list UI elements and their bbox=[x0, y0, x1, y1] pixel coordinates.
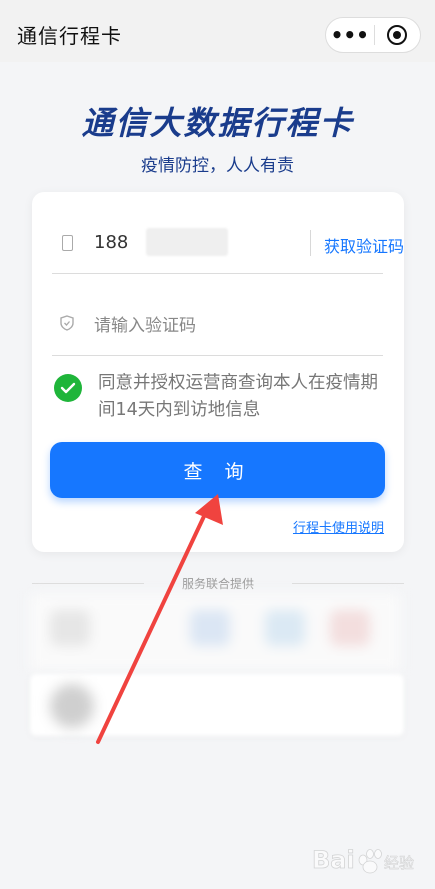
provider-divider: 服务联合提供 bbox=[32, 576, 404, 591]
agreement-text: 同意并授权运营商查询本人在疫情期间14天内到访地信息 bbox=[98, 373, 378, 420]
watermark-brand: Bai bbox=[312, 846, 355, 874]
operator-logos bbox=[30, 594, 400, 670]
code-row bbox=[52, 294, 383, 356]
title-bar: 通信行程卡 ••• bbox=[0, 0, 435, 62]
phone-icon bbox=[62, 235, 73, 251]
check-icon bbox=[60, 382, 76, 394]
watermark-suffix: 经验 bbox=[384, 854, 414, 872]
blurred-banner bbox=[30, 674, 404, 736]
app-title: 通信行程卡 bbox=[17, 24, 122, 48]
phone-number-field[interactable]: 188 bbox=[94, 232, 128, 253]
query-button[interactable]: 查 询 bbox=[50, 442, 385, 498]
field-divider bbox=[310, 230, 311, 256]
query-card: 188 获取验证码 同意并授权运营商查询本人在疫情期间14天内到访地信息 查 bbox=[32, 192, 404, 552]
agree-checkbox[interactable] bbox=[54, 374, 82, 402]
page: 通信行程卡 ••• 通信大数据行程卡 疫情防控，人人有责 188 获取验证码 请… bbox=[0, 0, 435, 889]
more-dots-icon[interactable]: ••• bbox=[326, 18, 374, 52]
phone-mask bbox=[146, 228, 228, 256]
close-miniprogram-button[interactable] bbox=[374, 25, 420, 45]
capsule-menu: ••• bbox=[325, 17, 421, 53]
phone-row: 188 获取验证码 bbox=[52, 212, 404, 274]
get-code-button[interactable]: 获取验证码 bbox=[324, 233, 404, 257]
baidu-watermark: Bai 经验 bbox=[292, 842, 422, 876]
usage-guide-link[interactable]: 行程卡使用说明 bbox=[293, 517, 384, 536]
page-title: 通信大数据行程卡 bbox=[81, 104, 354, 142]
verification-code-input[interactable] bbox=[94, 312, 344, 340]
divider-right bbox=[292, 583, 404, 584]
shield-icon bbox=[60, 315, 74, 331]
page-subtitle: 疫情防控，人人有责 bbox=[141, 156, 294, 176]
blurred-avatar bbox=[50, 684, 94, 728]
target-circle-icon bbox=[387, 25, 408, 45]
